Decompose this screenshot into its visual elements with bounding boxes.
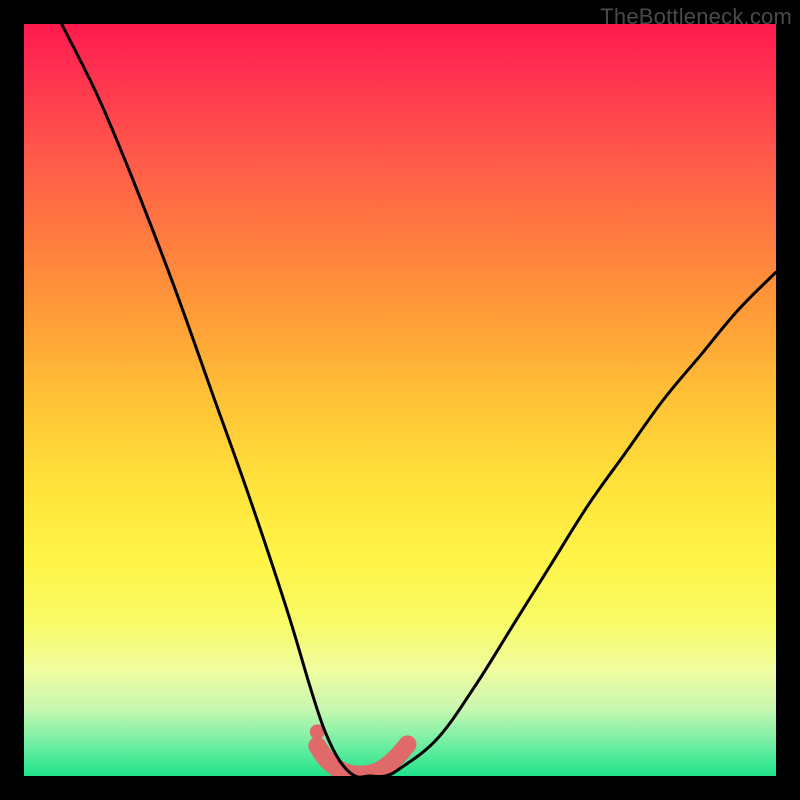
chart-plot-area [24,24,776,776]
watermark-text: TheBottleneck.com [600,4,792,30]
bottleneck-curve [62,24,776,776]
bottleneck-curve-svg [24,24,776,776]
